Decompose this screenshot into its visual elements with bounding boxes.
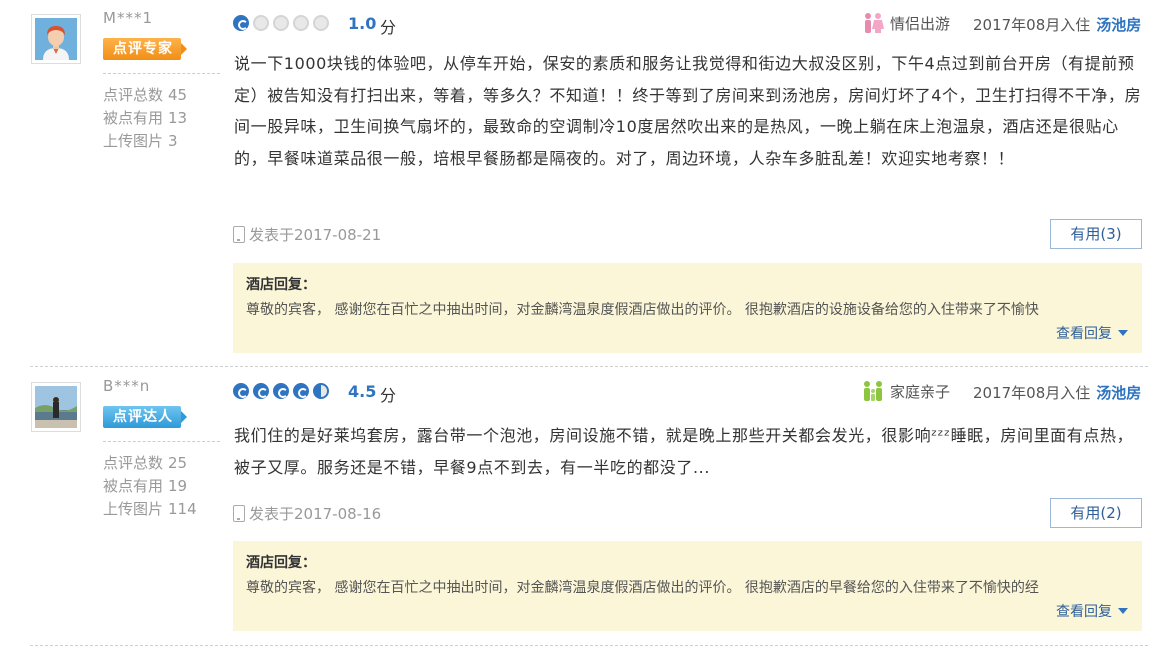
- posted-info: 发表于2017-08-21: [233, 224, 381, 245]
- view-reply-link[interactable]: 查看回复: [1056, 323, 1128, 343]
- rating-star-icon: [273, 383, 289, 399]
- user-avatar-icon: [35, 386, 77, 428]
- useful-button[interactable]: 有用(3): [1050, 219, 1142, 249]
- stat-helpful: 被点有用 13: [103, 109, 188, 127]
- reply-title: 酒店回复：: [246, 555, 316, 571]
- rating-star-half-icon: [313, 383, 329, 399]
- trip-type: 家庭亲子: [862, 380, 950, 402]
- divider: [103, 441, 220, 442]
- user-badge-expert: 点评专家: [103, 38, 187, 60]
- review-item: B***n 点评达人 点评总数 25 被点有用 19 上传图片 114 4.5 分 家…: [0, 368, 1175, 646]
- avatar[interactable]: [31, 14, 81, 64]
- caret-down-icon: [1118, 608, 1128, 614]
- room-type[interactable]: 汤池房: [1096, 384, 1141, 402]
- rating-star-icon: [253, 383, 269, 399]
- rating-star-icon: [253, 15, 269, 31]
- stat-helpful: 被点有用 19: [103, 477, 188, 495]
- hotel-reply: 酒店回复： 尊敬的宾客， 感谢您在百忙之中抽出时间，对金麟湾温泉度假酒店做出的评…: [233, 541, 1142, 631]
- hotel-reply: 酒店回复： 尊敬的宾客， 感谢您在百忙之中抽出时间，对金麟湾温泉度假酒店做出的评…: [233, 263, 1142, 353]
- useful-button[interactable]: 有用(2): [1050, 498, 1142, 528]
- rating-unit: 分: [380, 18, 397, 37]
- rating-star-icon: [233, 383, 249, 399]
- posted-info: 发表于2017-08-16: [233, 503, 381, 524]
- room-type[interactable]: 汤池房: [1096, 16, 1141, 34]
- reply-title: 酒店回复：: [246, 277, 316, 293]
- view-reply-label: 查看回复: [1056, 604, 1112, 620]
- mobile-icon: [233, 226, 245, 243]
- rating-score: 1.0: [348, 14, 377, 33]
- caret-down-icon: [1118, 330, 1128, 336]
- rating-star-icon: [313, 15, 329, 31]
- stat-reviews: 点评总数 25: [103, 454, 188, 472]
- reply-text: 尊敬的宾客， 感谢您在百忙之中抽出时间，对金麟湾温泉度假酒店做出的评价。 很抱歉…: [246, 302, 1039, 318]
- stat-photos: 上传图片 3: [103, 132, 178, 150]
- review-content: 我们住的是好莱坞套房，露台带一个泡池，房间设施不错，就是晚上那些开关都会发光，很…: [234, 426, 1134, 477]
- posted-date: 发表于2017-08-21: [249, 226, 382, 244]
- checkin-date: 2017年08月入住: [973, 384, 1091, 402]
- view-reply-link[interactable]: 查看回复: [1056, 601, 1128, 621]
- rating-star-icon: [293, 383, 309, 399]
- checkin-date: 2017年08月入住: [973, 16, 1091, 34]
- checkin-info: 2017年08月入住 汤池房: [973, 14, 1141, 35]
- trip-type: 情侣出游: [862, 12, 950, 34]
- user-name[interactable]: M***1: [103, 9, 153, 27]
- user-stats: 点评总数 45 被点有用 13 上传图片 3: [103, 84, 187, 153]
- review-content: 说一下1000块钱的体验吧，从停车开始，保安的素质和服务让我觉得和街边大叔没区别…: [234, 54, 1142, 168]
- rating-star-icon: [233, 15, 249, 31]
- view-reply-label: 查看回复: [1056, 326, 1112, 342]
- rating-star-icon: [273, 15, 289, 31]
- trip-type-label: 情侣出游: [890, 14, 951, 33]
- family-icon: [862, 380, 884, 402]
- rating-unit: 分: [380, 386, 397, 405]
- posted-date: 发表于2017-08-16: [249, 505, 382, 523]
- stat-photos: 上传图片 114: [103, 500, 197, 518]
- divider: [103, 73, 220, 74]
- couple-icon: [862, 12, 884, 34]
- avatar[interactable]: [31, 382, 81, 432]
- stat-reviews: 点评总数 45: [103, 86, 188, 104]
- mobile-icon: [233, 505, 245, 522]
- user-name[interactable]: B***n: [103, 377, 150, 395]
- user-avatar-icon: [35, 18, 77, 60]
- rating-stars: [233, 383, 333, 401]
- user-badge-master: 点评达人: [103, 406, 187, 428]
- divider: [30, 366, 1148, 367]
- checkin-info: 2017年08月入住 汤池房: [973, 382, 1141, 403]
- rating-stars: [233, 15, 333, 33]
- rating-star-icon: [293, 15, 309, 31]
- reply-text: 尊敬的宾客， 感谢您在百忙之中抽出时间，对金麟湾温泉度假酒店做出的评价。 很抱歉…: [246, 580, 1039, 596]
- review-item: M***1 点评专家 点评总数 45 被点有用 13 上传图片 3 1.0 分 情侣出…: [0, 0, 1175, 367]
- user-stats: 点评总数 25 被点有用 19 上传图片 114: [103, 452, 197, 521]
- trip-type-label: 家庭亲子: [890, 382, 951, 401]
- rating-score: 4.5: [348, 382, 377, 401]
- divider: [30, 645, 1148, 646]
